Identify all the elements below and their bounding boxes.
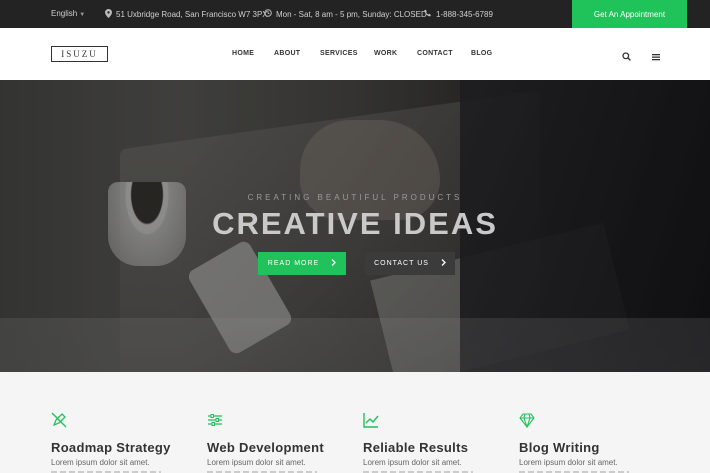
sliders-icon bbox=[207, 412, 223, 428]
address-text: 51 Uxbridge Road, San Francisco W7 3PX bbox=[116, 10, 268, 19]
top-bar: English ▼ 51 Uxbridge Road, San Francisco… bbox=[0, 0, 710, 28]
trend-chart-icon bbox=[363, 412, 379, 428]
contact-us-label: CONTACT US bbox=[374, 260, 429, 267]
feature-title: Reliable Results bbox=[363, 440, 469, 455]
feature-text: Lorem ipsum dolor sit amet. bbox=[519, 458, 618, 467]
nav-item-work[interactable]: WORK bbox=[374, 50, 397, 57]
feature-text: Lorem ipsum dolor sit amet. bbox=[363, 458, 462, 467]
chevron-right-icon bbox=[441, 259, 446, 268]
read-more-button[interactable]: READ MORE bbox=[258, 252, 346, 275]
address-info: 51 Uxbridge Road, San Francisco W7 3PX bbox=[105, 9, 268, 20]
menu-icon[interactable] bbox=[652, 48, 660, 66]
diamond-icon bbox=[519, 412, 535, 429]
hours-info: Mon - Sat, 8 am - 5 pm, Sunday: CLOSED bbox=[264, 9, 427, 19]
phone-icon bbox=[424, 9, 432, 19]
map-pin-icon bbox=[105, 9, 112, 20]
feature-text: Lorem ipsum dolor sit amet. bbox=[207, 458, 306, 467]
nav-item-about[interactable]: ABOUT bbox=[274, 50, 300, 57]
site-logo[interactable]: ISUZU bbox=[51, 46, 108, 62]
contact-us-button[interactable]: CONTACT US bbox=[365, 252, 455, 275]
chevron-right-icon bbox=[331, 259, 337, 268]
phone-info[interactable]: 1-888-345-6789 bbox=[424, 9, 493, 19]
hours-text: Mon - Sat, 8 am - 5 pm, Sunday: CLOSED bbox=[276, 9, 427, 19]
language-selector[interactable]: English ▼ bbox=[51, 9, 85, 18]
hero-headline: CREATIVE IDEAS bbox=[212, 206, 498, 241]
language-label: English bbox=[51, 9, 78, 18]
main-navbar: ISUZU HOME ABOUT SERVICES WORK CONTACT B… bbox=[0, 28, 710, 80]
phone-text: 1-888-345-6789 bbox=[436, 9, 493, 19]
nav-item-blog[interactable]: BLOG bbox=[471, 50, 492, 57]
get-appointment-button[interactable]: Get An Appointment bbox=[572, 0, 687, 28]
search-icon[interactable] bbox=[622, 48, 631, 66]
hero-section: CREATING BEAUTIFUL PRODUCTS CREATIVE IDE… bbox=[0, 80, 710, 372]
feature-title: Blog Writing bbox=[519, 440, 600, 455]
nav-item-services[interactable]: SERVICES bbox=[320, 50, 358, 57]
read-more-label: READ MORE bbox=[267, 260, 320, 267]
feature-title: Roadmap Strategy bbox=[51, 440, 171, 455]
feature-title: Web Development bbox=[207, 440, 324, 455]
nav-item-home[interactable]: HOME bbox=[232, 50, 254, 57]
hero-eyebrow: CREATING BEAUTIFUL PRODUCTS bbox=[247, 193, 463, 202]
clock-icon bbox=[264, 9, 272, 19]
features-section: Roadmap Strategy Lorem ipsum dolor sit a… bbox=[0, 372, 710, 473]
chevron-down-icon: ▼ bbox=[79, 12, 86, 18]
nav-item-contact[interactable]: CONTACT bbox=[417, 50, 453, 57]
feature-text: Lorem ipsum dolor sit amet. bbox=[51, 458, 150, 467]
no-pen-icon bbox=[51, 412, 67, 428]
